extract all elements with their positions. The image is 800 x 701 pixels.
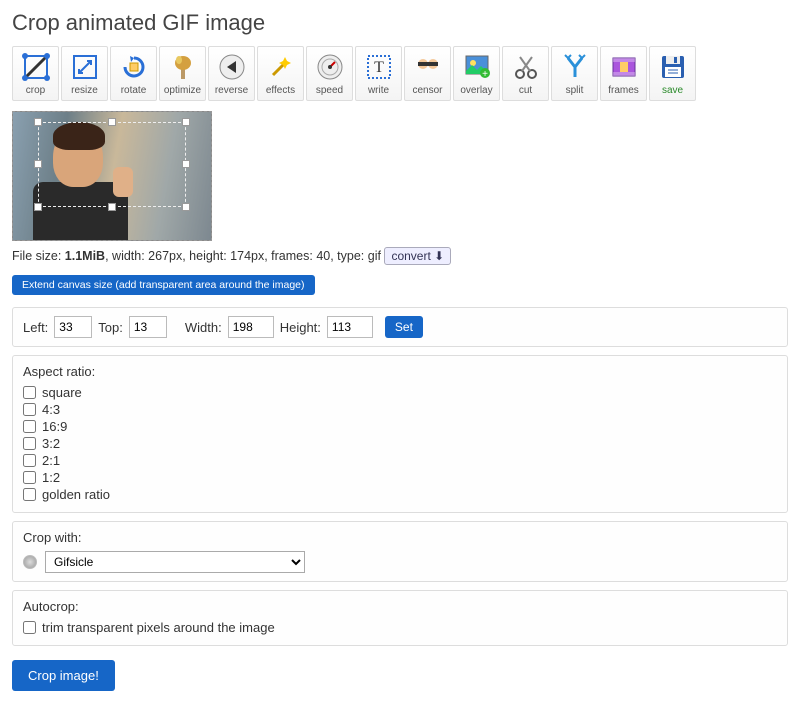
tool-save[interactable]: save xyxy=(649,46,696,101)
resize-icon xyxy=(70,52,100,82)
left-label: Left: xyxy=(23,320,48,335)
crop-with-select[interactable]: Gifsicle xyxy=(45,551,305,573)
tool-speed[interactable]: speed xyxy=(306,46,353,101)
crop-icon xyxy=(21,52,51,82)
crop-with-label: Crop with: xyxy=(23,530,777,545)
aspect-32-checkbox[interactable] xyxy=(23,437,36,450)
width-input[interactable] xyxy=(228,316,274,338)
height-label: Height: xyxy=(280,320,321,335)
tool-label: cut xyxy=(519,85,532,96)
autocrop-checkbox[interactable] xyxy=(23,621,36,634)
tool-label: split xyxy=(566,85,584,96)
aspect-21-checkbox[interactable] xyxy=(23,454,36,467)
aspect-goldenratio-checkbox[interactable] xyxy=(23,488,36,501)
tool-split[interactable]: split xyxy=(551,46,598,101)
aspect-option-label: 4:3 xyxy=(42,402,60,417)
width-label: Width: xyxy=(185,320,222,335)
autocrop-panel: Autocrop: trim transparent pixels around… xyxy=(12,590,788,646)
tool-label: frames xyxy=(608,85,639,96)
aspect-12-checkbox[interactable] xyxy=(23,471,36,484)
tool-label: censor xyxy=(412,85,442,96)
tool-label: speed xyxy=(316,85,343,96)
toolbar: crop resize rotate optimize reverse effects sp… xyxy=(12,46,788,101)
svg-text:+: + xyxy=(482,69,488,80)
tool-crop[interactable]: crop xyxy=(12,46,59,101)
aspect-169-checkbox[interactable] xyxy=(23,420,36,433)
convert-button[interactable]: convert ⬇ xyxy=(384,247,451,265)
dimensions-panel: Left: Top: Width: Height: Set xyxy=(12,307,788,347)
aspect-option-label: 3:2 xyxy=(42,436,60,451)
image-preview[interactable] xyxy=(12,111,212,241)
tool-optimize[interactable]: optimize xyxy=(159,46,206,101)
aspect-43-checkbox[interactable] xyxy=(23,403,36,416)
optimize-icon xyxy=(168,52,198,82)
aspect-option-label: 1:2 xyxy=(42,470,60,485)
aspect-option-label: golden ratio xyxy=(42,487,110,502)
height-input[interactable] xyxy=(327,316,373,338)
tool-resize[interactable]: resize xyxy=(61,46,108,101)
aspect-ratio-label: Aspect ratio: xyxy=(23,364,777,379)
tool-overlay[interactable]: + overlay xyxy=(453,46,500,101)
svg-text:T: T xyxy=(374,59,384,76)
aspect-ratio-panel: Aspect ratio: square 4:3 16:9 3:2 2:1 1:2 gold… xyxy=(12,355,788,513)
effects-icon xyxy=(266,52,296,82)
censor-icon xyxy=(413,52,443,82)
write-icon: T xyxy=(364,52,394,82)
tool-label: rotate xyxy=(121,85,147,96)
left-input[interactable] xyxy=(54,316,92,338)
set-button[interactable]: Set xyxy=(385,316,423,338)
tool-label: overlay xyxy=(460,85,492,96)
tool-cut[interactable]: cut xyxy=(502,46,549,101)
tool-frames[interactable]: frames xyxy=(600,46,647,101)
autocrop-option-label: trim transparent pixels around the image xyxy=(42,620,275,635)
tool-rotate[interactable]: rotate xyxy=(110,46,157,101)
cut-icon xyxy=(511,52,541,82)
crop-with-panel: Crop with: Gifsicle xyxy=(12,521,788,582)
tool-label: effects xyxy=(266,85,295,96)
page-title: Crop animated GIF image xyxy=(12,10,788,36)
tool-label: optimize xyxy=(164,85,201,96)
tool-label: reverse xyxy=(215,85,248,96)
frames-icon xyxy=(609,52,639,82)
top-label: Top: xyxy=(98,320,123,335)
help-icon[interactable] xyxy=(23,555,37,569)
download-icon: ⬇ xyxy=(434,249,444,263)
tool-censor[interactable]: censor xyxy=(404,46,451,101)
top-input[interactable] xyxy=(129,316,167,338)
autocrop-label: Autocrop: xyxy=(23,599,777,614)
tool-write[interactable]: Twrite xyxy=(355,46,402,101)
file-size-value: 1.1MiB xyxy=(65,249,105,263)
tool-label: resize xyxy=(71,85,98,96)
aspect-option-label: 16:9 xyxy=(42,419,67,434)
aspect-option-label: square xyxy=(42,385,82,400)
aspect-square-checkbox[interactable] xyxy=(23,386,36,399)
tool-effects[interactable]: effects xyxy=(257,46,304,101)
reverse-icon xyxy=(217,52,247,82)
crop-image-button[interactable]: Crop image! xyxy=(12,660,115,691)
tool-label: write xyxy=(368,85,389,96)
speed-icon xyxy=(315,52,345,82)
tool-label: save xyxy=(662,85,683,96)
extend-canvas-button[interactable]: Extend canvas size (add transparent area… xyxy=(12,275,315,295)
tool-label: crop xyxy=(26,85,45,96)
save-icon xyxy=(658,52,688,82)
rotate-icon xyxy=(119,52,149,82)
tool-reverse[interactable]: reverse xyxy=(208,46,255,101)
aspect-option-label: 2:1 xyxy=(42,453,60,468)
overlay-icon: + xyxy=(462,52,492,82)
file-dims: , width: 267px, height: 174px, frames: 4… xyxy=(105,249,381,263)
file-size-label: File size: xyxy=(12,249,65,263)
crop-selection[interactable] xyxy=(38,122,186,207)
split-icon xyxy=(560,52,590,82)
file-info: File size: 1.1MiB, width: 267px, height:… xyxy=(12,247,788,265)
